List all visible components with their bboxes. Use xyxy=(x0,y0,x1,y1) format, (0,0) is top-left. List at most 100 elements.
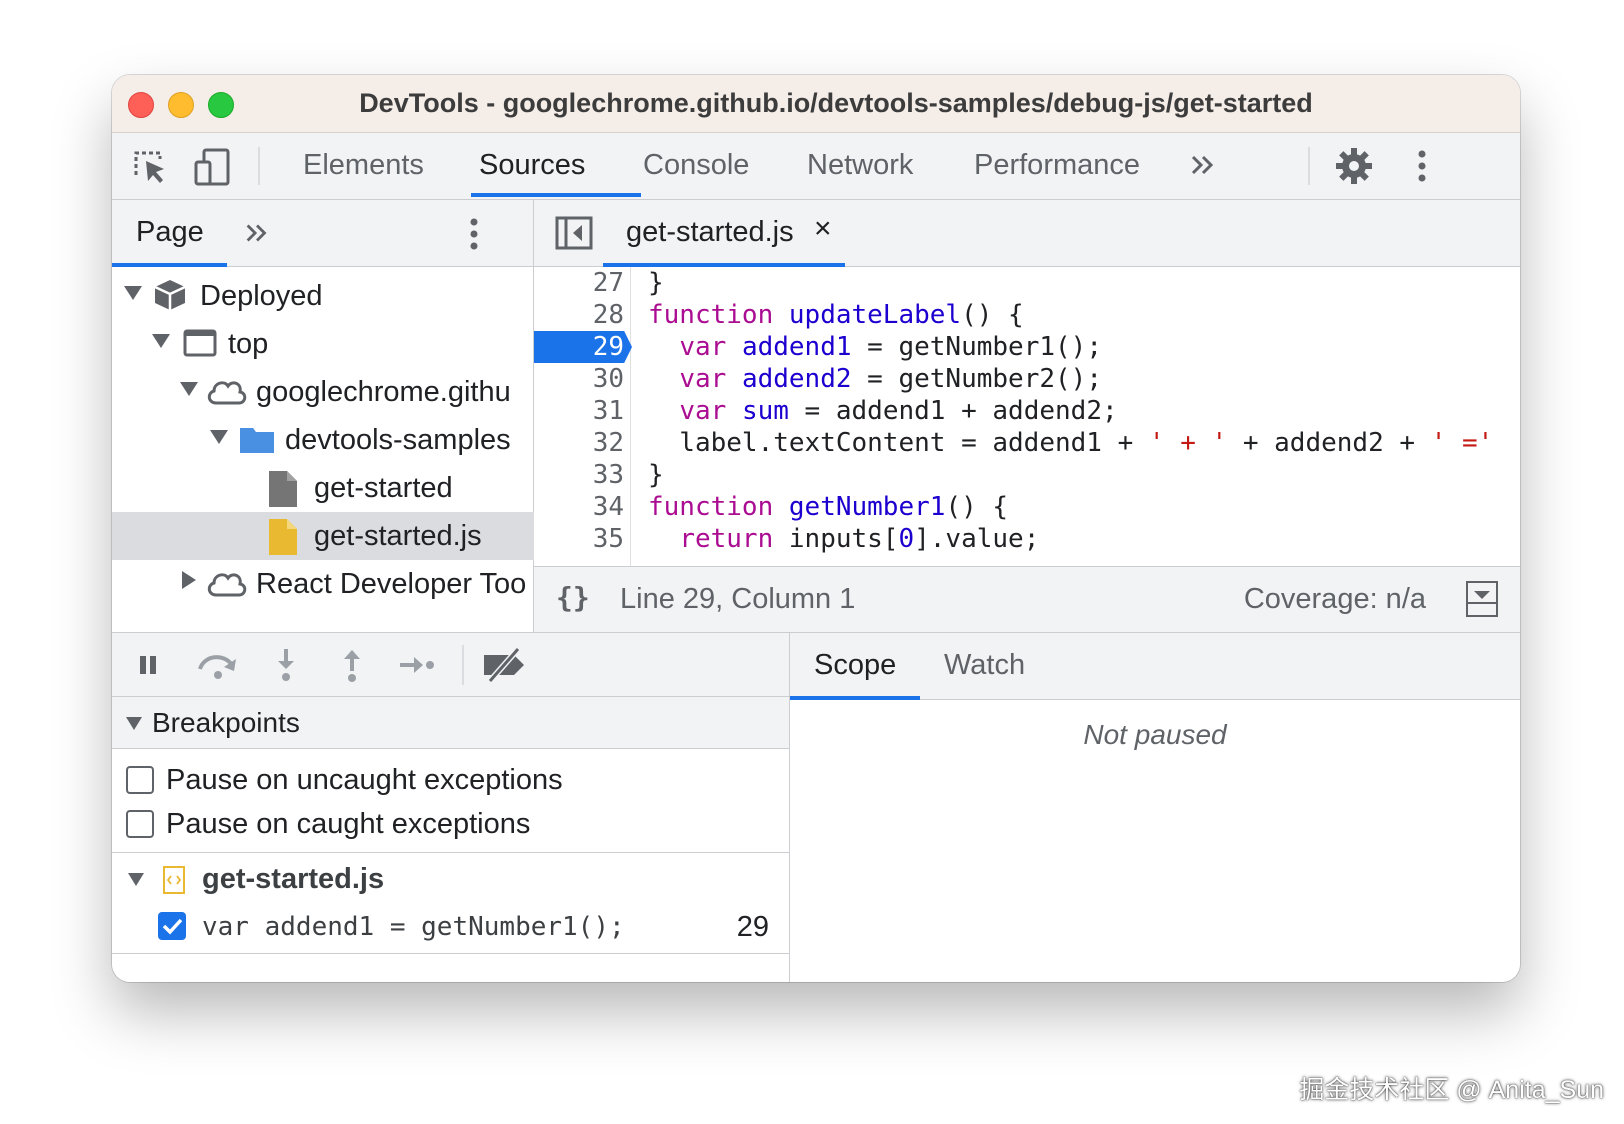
deactivate-breakpoints-icon[interactable] xyxy=(478,647,534,683)
code-text: label.textContent = addend1 + ' + ' + ad… xyxy=(648,428,1494,458)
step-into-icon[interactable] xyxy=(264,647,308,683)
tab-console[interactable]: Console xyxy=(643,133,749,200)
tab-performance[interactable]: Performance xyxy=(974,133,1140,200)
toggle-navigator-icon[interactable] xyxy=(554,214,594,257)
js-file-icon xyxy=(266,517,300,560)
cloud-icon xyxy=(204,373,250,416)
code-area[interactable]: 27 } 28 function updateLabel() { 29 var … xyxy=(534,267,1520,566)
js-file-icon xyxy=(162,865,186,903)
navigator-header: Page xyxy=(112,200,533,267)
code-line: 33 } xyxy=(534,459,1520,491)
close-icon[interactable]: × xyxy=(814,212,832,246)
tree-item-deployed[interactable]: Deployed xyxy=(112,272,534,320)
toolbar-divider-right xyxy=(1308,147,1310,185)
tree-item-devtools-samples[interactable]: devtools-samples xyxy=(112,416,534,464)
editor-tabbar: get-started.js × xyxy=(534,200,1520,267)
chevron-double-right-icon[interactable] xyxy=(242,218,272,253)
kebab-menu-icon[interactable] xyxy=(464,214,484,259)
tab-sources[interactable]: Sources xyxy=(479,133,585,200)
pause-uncaught-row[interactable]: Pause on uncaught exceptions xyxy=(112,759,789,803)
pause-caught-checkbox[interactable] xyxy=(126,810,154,838)
debugger-toolbar xyxy=(112,633,789,697)
code-text: return inputs[0].value; xyxy=(679,524,1040,554)
code-line: 34 function getNumber1() { xyxy=(534,491,1520,523)
frame-icon xyxy=(182,325,218,368)
collapse-arrow-icon[interactable] xyxy=(210,430,228,444)
breakpoints-title: Breakpoints xyxy=(152,707,300,738)
line-number[interactable]: 32 xyxy=(534,428,624,458)
debugger-toolbar-divider xyxy=(462,645,464,685)
tab-network[interactable]: Network xyxy=(807,133,913,200)
code-text: function updateLabel() { xyxy=(648,300,1024,330)
tab-elements[interactable]: Elements xyxy=(303,133,424,200)
tree-item-get-started[interactable]: get-started xyxy=(112,464,534,512)
tree-item-get-started-js[interactable]: get-started.js xyxy=(112,512,534,560)
title-bar: DevTools - googlechrome.github.io/devtoo… xyxy=(112,75,1520,133)
collapse-arrow-icon[interactable] xyxy=(128,873,144,886)
code-line: 28 function updateLabel() { xyxy=(534,299,1520,331)
code-editor: get-started.js × 27 } 28 function update… xyxy=(534,200,1520,632)
breakpoint-checkbox[interactable] xyxy=(158,912,186,940)
line-number[interactable]: 29 xyxy=(534,332,624,362)
tree-item-label: devtools-samples xyxy=(285,424,511,456)
collapse-arrow-icon[interactable] xyxy=(152,334,170,348)
file-tab-get-started-js[interactable]: get-started.js xyxy=(626,216,794,249)
line-number[interactable]: 31 xyxy=(534,396,624,426)
tree-item-label: get-started.js xyxy=(314,520,482,552)
step-icon[interactable] xyxy=(396,647,440,683)
breakpoints-section-header[interactable]: Breakpoints xyxy=(112,697,789,749)
line-number[interactable]: 30 xyxy=(534,364,624,394)
tree-item-top[interactable]: top xyxy=(112,320,534,368)
code-line: 31 var sum = addend1 + addend2; xyxy=(534,395,1520,427)
main-toolbar: Elements Sources Console Network Perform… xyxy=(112,133,1520,200)
code-text: } xyxy=(648,460,664,490)
inspect-element-icon[interactable] xyxy=(130,147,170,187)
file-icon xyxy=(266,469,300,512)
code-line: 29 var addend1 = getNumber1(); xyxy=(534,331,1520,363)
checkbox-label: Pause on caught exceptions xyxy=(166,808,531,840)
cloud-icon xyxy=(204,565,250,608)
active-tab-indicator xyxy=(471,193,641,197)
pause-caught-row[interactable]: Pause on caught exceptions xyxy=(112,803,789,847)
breakpoint-file-group[interactable]: get-started.js xyxy=(112,857,789,905)
expand-arrow-icon[interactable] xyxy=(182,571,196,589)
scope-pane: Scope Watch Not paused xyxy=(790,632,1520,982)
navigator-pane: Page Deployed top googlechrome.githu dev… xyxy=(112,200,534,632)
line-number[interactable]: 27 xyxy=(534,268,624,298)
step-over-icon[interactable] xyxy=(194,647,238,683)
collapse-arrow-icon[interactable] xyxy=(180,382,198,396)
line-number[interactable]: 33 xyxy=(534,460,624,490)
step-out-icon[interactable] xyxy=(330,647,374,683)
pretty-print-button[interactable]: {} xyxy=(556,581,590,614)
not-paused-message: Not paused xyxy=(1083,719,1227,750)
chevron-double-right-icon[interactable] xyxy=(1187,149,1227,189)
tab-watch[interactable]: Watch xyxy=(944,649,1025,682)
tree-item-label: React Developer Too xyxy=(256,568,527,600)
tree-item-react-devtools[interactable]: React Developer Too xyxy=(112,560,534,608)
tree-item-googlechrome[interactable]: googlechrome.githu xyxy=(112,368,534,416)
section-divider xyxy=(112,852,789,853)
line-number[interactable]: 35 xyxy=(534,524,624,554)
toggle-drawer-icon[interactable] xyxy=(1466,581,1498,617)
tree-item-label: googlechrome.githu xyxy=(256,376,511,408)
scope-tab-indicator xyxy=(790,696,920,700)
devtools-window: DevTools - googlechrome.github.io/devtoo… xyxy=(112,75,1520,982)
code-text: var sum = addend1 + addend2; xyxy=(679,396,1118,426)
tab-page[interactable]: Page xyxy=(136,216,204,249)
gear-icon[interactable] xyxy=(1334,146,1374,186)
collapse-arrow-icon[interactable] xyxy=(126,717,142,730)
kebab-menu-icon[interactable] xyxy=(1412,146,1452,186)
debugger-sidebar: Breakpoints Pause on uncaught exceptions… xyxy=(112,632,790,982)
device-toolbar-icon[interactable] xyxy=(192,147,232,187)
tab-scope[interactable]: Scope xyxy=(814,649,896,682)
pause-uncaught-checkbox[interactable] xyxy=(126,766,154,794)
collapse-arrow-icon[interactable] xyxy=(124,286,142,300)
token-function-name: updateLabel xyxy=(788,300,962,330)
line-number[interactable]: 28 xyxy=(534,300,624,330)
pause-icon[interactable] xyxy=(128,647,172,683)
cursor-position: Line 29, Column 1 xyxy=(620,583,856,615)
token-keyword: function xyxy=(648,300,774,330)
breakpoint-entry[interactable]: var addend1 = getNumber1(); 29 xyxy=(112,905,789,951)
folder-icon xyxy=(238,421,276,464)
line-number[interactable]: 34 xyxy=(534,492,624,522)
